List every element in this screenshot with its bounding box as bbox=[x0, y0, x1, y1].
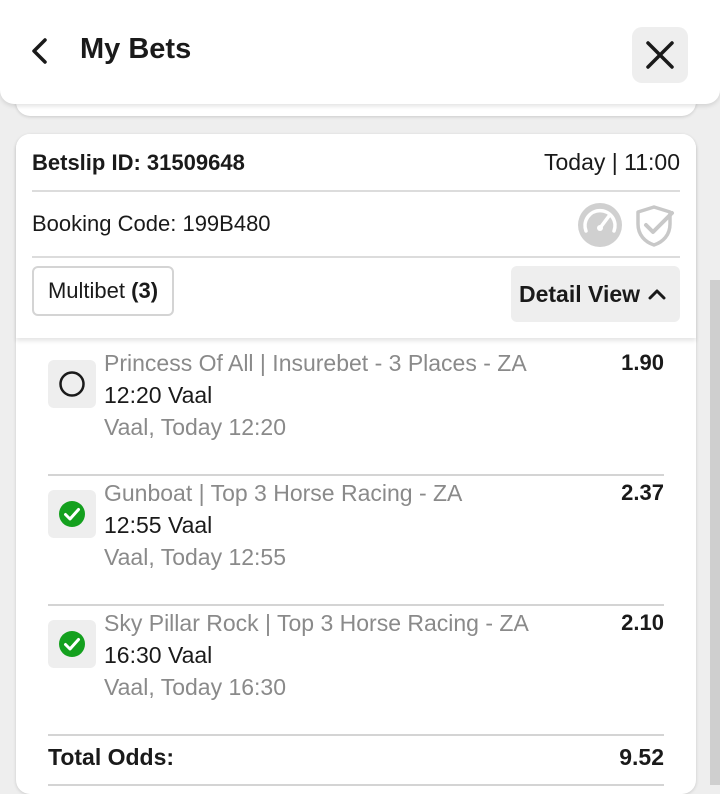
betslip-time: Today | 11:00 bbox=[544, 149, 680, 175]
betslip-id-value: 31509648 bbox=[146, 150, 245, 175]
close-icon bbox=[646, 41, 674, 69]
selection-date: Vaal, Today 12:20 bbox=[104, 414, 287, 440]
total-odds-value: 9.52 bbox=[619, 744, 664, 770]
bet-type-badge: Multibet (3) bbox=[32, 266, 174, 316]
chevron-up-icon bbox=[648, 289, 666, 300]
selection-event: 16:30 Vaal bbox=[104, 642, 213, 668]
betslip-id: Betslip ID: 31509648 bbox=[32, 150, 245, 176]
selection-odds: 2.10 bbox=[621, 610, 664, 635]
betslip-id-label: Betslip ID: bbox=[32, 150, 141, 175]
selection-status bbox=[48, 620, 96, 668]
bet-summary: Betslip ID: 31509648 Today | 11:00 Booki… bbox=[16, 134, 696, 338]
detail-view-toggle[interactable]: Detail View bbox=[511, 266, 680, 322]
bet-type-label: Multibet bbox=[47, 278, 126, 303]
selection-odds: 1.90 bbox=[621, 350, 664, 375]
selection-status bbox=[48, 490, 96, 538]
top-bar: My Bets bbox=[0, 0, 720, 104]
back-arrow-icon bbox=[32, 38, 47, 64]
selection-row: Gunboat | Top 3 Horse Racing - ZA 12:55 … bbox=[48, 474, 664, 606]
cashout-gauge-icon[interactable] bbox=[577, 202, 623, 248]
selection-event: 12:55 Vaal bbox=[104, 512, 213, 538]
bet-card: Betslip ID: 31509648 Today | 11:00 Booki… bbox=[16, 134, 696, 794]
page-title: My Bets bbox=[80, 33, 192, 65]
won-check-icon bbox=[59, 631, 85, 657]
selection-name: Sky Pillar Rock | Top 3 Horse Racing - Z… bbox=[104, 610, 529, 636]
booking-code-value: 199B480 bbox=[182, 211, 271, 236]
total-odds-row: Total Odds: 9.52 bbox=[48, 744, 664, 786]
won-check-icon bbox=[59, 501, 85, 527]
divider bbox=[32, 190, 680, 192]
selection-status bbox=[48, 360, 96, 408]
selection-name: Princess Of All | Insurebet - 3 Places -… bbox=[104, 350, 527, 376]
booking-code-label: Booking Code: bbox=[32, 211, 177, 236]
total-odds-label: Total Odds: bbox=[48, 744, 175, 770]
selection-event: 12:20 Vaal bbox=[104, 382, 213, 408]
selection-row: Sky Pillar Rock | Top 3 Horse Racing - Z… bbox=[48, 604, 664, 736]
selection-date: Vaal, Today 16:30 bbox=[104, 674, 287, 700]
selection-odds: 2.37 bbox=[621, 480, 664, 505]
selection-count: (3) bbox=[131, 278, 159, 303]
scrollbar[interactable] bbox=[710, 280, 720, 785]
pending-circle-icon bbox=[59, 371, 85, 397]
close-button[interactable] bbox=[632, 27, 688, 83]
shield-check-icon[interactable] bbox=[634, 204, 676, 248]
back-button[interactable] bbox=[26, 34, 56, 68]
selection-name: Gunboat | Top 3 Horse Racing - ZA bbox=[104, 480, 463, 506]
divider bbox=[32, 256, 680, 258]
selection-date: Vaal, Today 12:55 bbox=[104, 544, 287, 570]
detail-view-label: Detail View bbox=[519, 281, 641, 307]
selection-row: Princess Of All | Insurebet - 3 Places -… bbox=[48, 344, 664, 476]
booking-code: Booking Code: 199B480 bbox=[32, 211, 271, 237]
